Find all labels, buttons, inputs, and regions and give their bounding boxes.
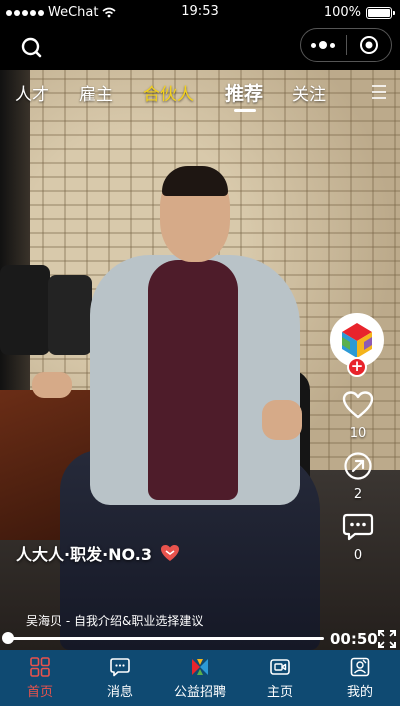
video-profile-icon: [270, 659, 290, 675]
heart-icon: [342, 391, 374, 419]
channel-title: 人大人·职发·NO.3: [16, 541, 180, 565]
user-card-icon: [350, 657, 370, 677]
tab-recommend[interactable]: 推荐: [225, 79, 263, 106]
nav-profile-page[interactable]: 主页: [240, 650, 320, 706]
nav-charity-recruit[interactable]: 公益招聘: [160, 650, 240, 706]
battery-fill: [368, 8, 390, 17]
message-icon: [110, 658, 130, 677]
video-person-hair: [162, 166, 228, 196]
close-miniprogram-button[interactable]: [347, 29, 392, 61]
progress-knob[interactable]: [2, 632, 14, 644]
nav-label: 我的: [346, 685, 373, 700]
like-count: 10: [349, 426, 367, 441]
share-count: 2: [353, 487, 363, 502]
tab-partner[interactable]: 合伙人: [143, 80, 194, 105]
charity-logo-icon: [192, 659, 208, 675]
target-close-icon: [359, 36, 378, 54]
video-caption: 吴海贝 - 自我介绍&职业选择建议: [26, 614, 204, 628]
battery-icon: [366, 6, 395, 19]
nav-messages[interactable]: 消息: [80, 650, 160, 706]
search-button[interactable]: [18, 34, 46, 62]
tab-follow[interactable]: 关注: [292, 80, 326, 105]
more-button[interactable]: [301, 29, 346, 61]
author-avatar-wrap: +: [330, 313, 384, 377]
fullscreen-icon: [378, 630, 396, 648]
nav-label: 公益招聘: [173, 685, 226, 700]
status-right: 100%: [323, 5, 395, 20]
comment-icon: [342, 513, 374, 541]
active-tab-indicator: [234, 109, 256, 112]
tab-menu-icon[interactable]: [372, 85, 386, 99]
search-icon: [21, 37, 42, 58]
video-scene-chair: [0, 265, 50, 355]
miniprogram-capsule: [300, 28, 392, 62]
share-icon: [344, 452, 372, 480]
progress-bar[interactable]: [8, 637, 324, 640]
fullscreen-button[interactable]: [378, 630, 396, 648]
comment-count: 0: [353, 548, 363, 563]
status-bar: WeChat 19:53 100%: [0, 0, 400, 26]
category-tabs: 人才 雇主 合伙人 推荐 关注: [0, 78, 400, 118]
nav-label: 主页: [266, 685, 293, 700]
nav-mine[interactable]: 我的: [320, 650, 400, 706]
follow-plus-button[interactable]: +: [347, 357, 367, 377]
more-dots-icon: [311, 41, 336, 49]
video-progress-row: 00:50: [0, 628, 400, 650]
channel-title-text: 人大人·职发·NO.3: [16, 545, 153, 564]
tab-talent[interactable]: 人才: [15, 80, 49, 105]
bottom-nav: 首页 消息 公益招聘 主页 我的: [0, 650, 400, 706]
video-person-hand: [32, 372, 72, 398]
nav-label: 首页: [26, 685, 53, 700]
nav-label: 消息: [106, 685, 133, 700]
nav-home[interactable]: 首页: [0, 650, 80, 706]
comment-action[interactable]: 0: [336, 512, 380, 563]
heart-badge-icon: [161, 545, 180, 561]
home-grid-icon: [30, 657, 50, 677]
video-person-shirt: [148, 260, 238, 500]
share-action[interactable]: 2: [336, 451, 380, 502]
video-duration: 00:50: [330, 630, 378, 648]
like-action[interactable]: 10: [336, 390, 380, 441]
video-scene-chair: [48, 275, 92, 355]
app-header: [0, 26, 400, 70]
battery-percent: 100%: [323, 5, 361, 20]
video-person-hand: [262, 400, 302, 440]
tab-employer[interactable]: 雇主: [79, 80, 113, 105]
